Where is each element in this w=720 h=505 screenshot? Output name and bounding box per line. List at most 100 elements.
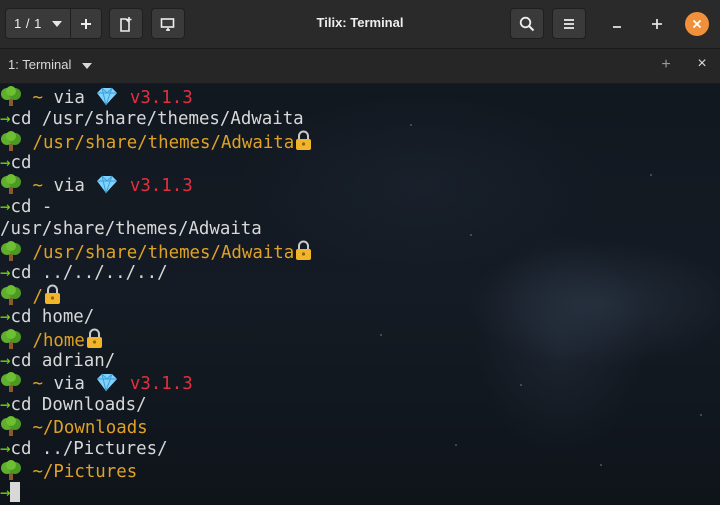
window-title: Tilix: Terminal xyxy=(316,15,404,30)
gem-icon xyxy=(97,87,118,106)
terminal-line: →cd adrian/ xyxy=(0,350,313,372)
header-bar: 1 / 1 Tilix: Terminal xyxy=(0,0,720,49)
ruby-version: v3.1.3 xyxy=(129,88,193,108)
prompt-arrow: → xyxy=(0,483,11,503)
hamburger-menu-icon xyxy=(564,18,574,29)
terminal-line: →cd /usr/share/themes/Adwaita xyxy=(0,108,313,130)
tree-icon xyxy=(1,460,21,480)
minimize-icon xyxy=(613,26,621,28)
prompt-path: /home xyxy=(32,331,85,351)
terminal-line: /usr/share/themes/Adwaita xyxy=(0,240,313,263)
prompt-path: / xyxy=(32,287,43,307)
gem-icon-wrap xyxy=(95,174,119,200)
lock-icon xyxy=(296,130,312,150)
lock-icon xyxy=(86,328,102,348)
command-output: /usr/share/themes/Adwaita xyxy=(0,219,262,239)
terminal-line: /home xyxy=(0,328,313,351)
chevron-down-icon xyxy=(52,21,62,27)
terminal-line: ~ via v3.1.3 xyxy=(0,174,313,196)
close-icon xyxy=(692,19,702,29)
sync-input-icon xyxy=(160,17,175,31)
prompt-arrow: → xyxy=(0,153,11,173)
prompt-path: ~ xyxy=(32,88,43,108)
command-text: cd xyxy=(10,153,32,173)
command-text: cd home/ xyxy=(10,307,95,327)
tree-icon xyxy=(1,285,21,305)
tree-icon xyxy=(1,372,21,392)
command-text: cd ../Pictures/ xyxy=(10,439,168,459)
lock-icon xyxy=(44,284,60,304)
command-text: cd /usr/share/themes/Adwaita xyxy=(10,109,304,129)
tree-icon xyxy=(1,131,21,151)
close-window-button[interactable] xyxy=(685,12,709,36)
command-text: cd Downloads/ xyxy=(10,395,147,415)
terminal-tab-title[interactable]: 1: Terminal xyxy=(8,57,71,72)
prompt-path: /usr/share/themes/Adwaita xyxy=(32,243,295,263)
tree-icon xyxy=(1,329,21,349)
search-button[interactable] xyxy=(510,8,544,39)
sync-input-button[interactable] xyxy=(151,8,185,39)
terminal-output: ~ via v3.1.3 →cd /usr/share/themes/Adwait… xyxy=(0,86,313,504)
prompt-path: ~/Downloads xyxy=(32,418,148,438)
command-text: cd - xyxy=(10,197,53,217)
tree-icon xyxy=(1,174,21,194)
new-session-icon xyxy=(120,16,132,32)
gem-icon xyxy=(97,175,118,194)
terminal-line: → xyxy=(0,482,313,504)
terminal-line: →cd home/ xyxy=(0,306,313,328)
prompt-path: ~/Pictures xyxy=(32,462,138,482)
terminal-line: →cd ../../../../ xyxy=(0,262,313,284)
lock-icon-wrap xyxy=(294,130,313,157)
terminal-line: ~ via v3.1.3 xyxy=(0,372,313,394)
terminal-view[interactable]: ~ via v3.1.3 →cd /usr/share/themes/Adwait… xyxy=(0,84,720,505)
add-terminal-button[interactable]: + xyxy=(657,56,675,74)
ruby-version: v3.1.3 xyxy=(129,176,193,196)
close-terminal-button[interactable]: × xyxy=(693,55,711,73)
session-switcher-button[interactable]: 1 / 1 xyxy=(5,8,71,39)
lock-icon xyxy=(296,240,312,260)
prompt-arrow: → xyxy=(0,351,11,371)
prompt-via: via xyxy=(53,374,85,394)
new-session-button[interactable] xyxy=(109,8,143,39)
search-icon xyxy=(519,16,535,31)
prompt-arrow: → xyxy=(0,263,11,283)
terminal-line: / xyxy=(0,284,313,307)
terminal-line: ~/Downloads xyxy=(0,416,313,438)
chevron-down-icon[interactable] xyxy=(82,63,92,69)
prompt-path: ~ xyxy=(32,374,43,394)
tree-icon xyxy=(1,241,21,261)
prompt-arrow: → xyxy=(0,395,11,415)
maximize-button[interactable] xyxy=(645,12,669,36)
terminal-line: →cd Downloads/ xyxy=(0,394,313,416)
prompt-via: via xyxy=(53,176,85,196)
prompt-arrow: → xyxy=(0,307,11,327)
tree-icon xyxy=(1,86,21,106)
prompt-arrow: → xyxy=(0,109,11,129)
tilix-window: 1 / 1 Tilix: Terminal 1: Terminal + × ~ … xyxy=(0,0,720,505)
terminal-line: /usr/share/themes/Adwaita xyxy=(0,218,313,240)
terminal-line: /usr/share/themes/Adwaita xyxy=(0,130,313,153)
lock-icon-wrap xyxy=(294,240,313,267)
prompt-arrow: → xyxy=(0,439,11,459)
prompt-arrow: → xyxy=(0,197,11,217)
gem-icon xyxy=(97,373,118,392)
ruby-version: v3.1.3 xyxy=(129,374,193,394)
tree-icon xyxy=(1,416,21,436)
minimize-button[interactable] xyxy=(605,12,629,36)
add-session-button[interactable] xyxy=(71,8,102,39)
prompt-path: ~ xyxy=(32,176,43,196)
terminal-line: →cd ../Pictures/ xyxy=(0,438,313,460)
terminal-line: ~/Pictures xyxy=(0,460,313,482)
session-indicator: 1 / 1 xyxy=(14,16,42,31)
terminal-tab-bar: 1: Terminal + × xyxy=(0,49,720,84)
maximize-icon xyxy=(652,19,662,29)
terminal-line: →cd xyxy=(0,152,313,174)
menu-button[interactable] xyxy=(552,8,586,39)
command-text: cd ../../../../ xyxy=(10,263,168,283)
prompt-path: /usr/share/themes/Adwaita xyxy=(32,133,295,153)
prompt-via: via xyxy=(53,88,85,108)
terminal-line: →cd - xyxy=(0,196,313,218)
text-cursor xyxy=(10,482,21,502)
command-text: cd adrian/ xyxy=(10,351,116,371)
terminal-line: ~ via v3.1.3 xyxy=(0,86,313,108)
